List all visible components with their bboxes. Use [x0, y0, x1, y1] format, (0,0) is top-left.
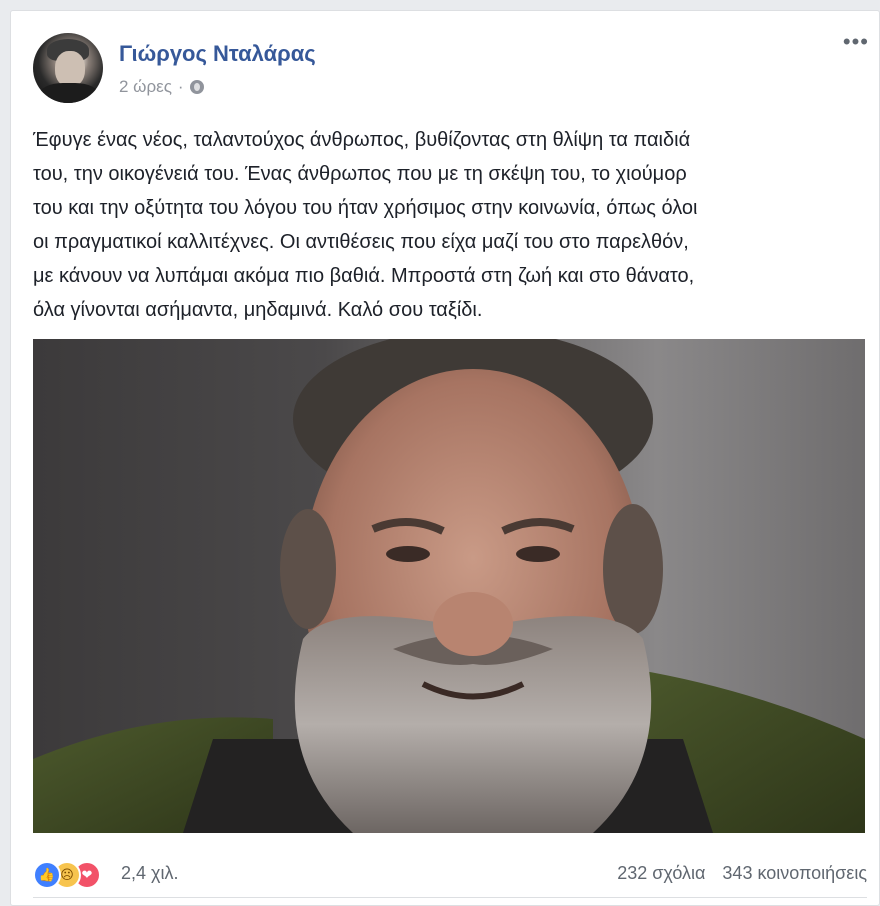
- author-avatar[interactable]: [33, 33, 103, 103]
- avatar-shirt: [39, 83, 99, 103]
- like-icon: 👍: [33, 861, 61, 889]
- author-name-link[interactable]: Γιώργος Νταλάρας: [119, 41, 316, 67]
- post-photo[interactable]: [33, 339, 865, 833]
- post-text-line: Έφυγε ένας νέος, ταλαντούχος άνθρωπος, β…: [33, 129, 691, 151]
- post-photo-illustration: [33, 339, 865, 833]
- reaction-count[interactable]: 2,4 χιλ.: [121, 863, 178, 884]
- post-text-line: του και την οξύτητα του λόγου του ήταν χ…: [33, 197, 698, 219]
- post-text-line: του, την οικογένειά του. Ένας άνθρωπος π…: [33, 163, 687, 185]
- meta-separator: ·: [177, 77, 184, 96]
- post-text-line: οι πραγματικοί καλλιτέχνες. Οι αντιθέσει…: [33, 231, 689, 253]
- more-options-button[interactable]: •••: [843, 31, 869, 53]
- comments-count-link[interactable]: 232 σχόλια: [617, 863, 705, 883]
- post-timestamp-link[interactable]: 2 ώρες: [119, 77, 172, 97]
- engagement-counts: 232 σχόλια 343 κοινοποιήσεις: [605, 863, 867, 884]
- post-meta: 2 ώρες ·: [119, 77, 204, 97]
- globe-icon[interactable]: [189, 80, 204, 94]
- stats-divider: [33, 897, 867, 898]
- post-card: Γιώργος Νταλάρας 2 ώρες · ••• Έφυγε ένας…: [10, 10, 880, 906]
- post-text: Έφυγε ένας νέος, ταλαντούχος άνθρωπος, β…: [33, 123, 869, 327]
- post-text-line: με κάνουν να λυπάμαι ακόμα πιο βαθιά. Μπ…: [33, 265, 695, 287]
- post-stats: 👍 ☹ ❤ 2,4 χιλ. 232 σχόλια 343 κοινοποιήσ…: [33, 859, 867, 889]
- post-text-line: όλα γίνονται ασήμαντα, μηδαμινά. Καλό σο…: [33, 299, 483, 321]
- shares-count-link[interactable]: 343 κοινοποιήσεις: [722, 863, 867, 883]
- avatar-face: [55, 51, 85, 87]
